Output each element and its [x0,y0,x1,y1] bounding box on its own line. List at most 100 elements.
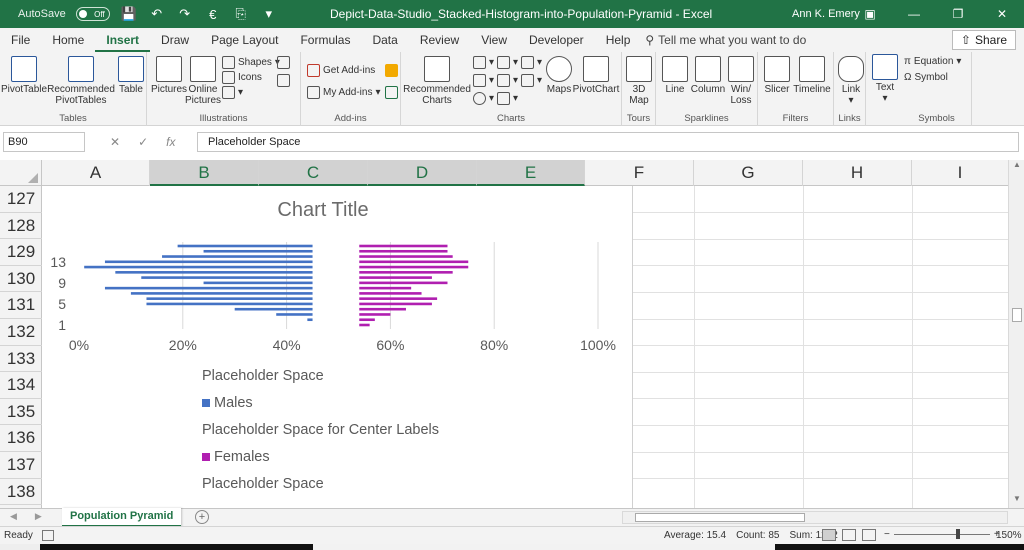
people-graph-button[interactable] [385,86,398,99]
column-header-b[interactable]: B [150,160,259,186]
row-header[interactable]: 130 [0,266,42,293]
pie-chart-button[interactable]: ▾ [473,92,494,105]
tab-draw[interactable]: Draw [150,28,200,52]
page-break-view-icon[interactable] [862,529,876,541]
online-pictures-button[interactable]: Online Pictures [185,56,221,106]
save-icon[interactable]: 💾 [120,5,138,23]
add-sheet-icon[interactable]: + [195,510,209,524]
row-header[interactable]: 131 [0,292,42,319]
legend-item-center-labels[interactable]: Placeholder Space for Center Labels [202,422,439,438]
tab-file[interactable]: File [0,28,41,52]
pivotchart-button[interactable]: PivotChart [573,56,619,95]
tab-insert[interactable]: Insert [95,28,151,52]
zoom-slider[interactable] [893,529,990,539]
sheet-tab-population-pyramid[interactable]: Population Pyramid [62,508,182,527]
get-addins-button[interactable]: Get Add-ins [307,64,375,77]
column-chart-button[interactable]: ▾ [473,56,494,69]
row-header[interactable]: 136 [0,425,42,452]
tab-help[interactable]: Help [595,28,642,52]
row-header[interactable]: 138 [0,479,42,506]
pictures-button[interactable]: Pictures [149,56,189,95]
shapes-button[interactable]: Shapes ▾ [222,56,280,69]
horizontal-scroll-thumb[interactable] [635,513,805,522]
statistic-chart-button[interactable]: ▾ [497,74,518,87]
macro-record-icon[interactable] [42,530,54,541]
tab-data[interactable]: Data [361,28,408,52]
formula-input[interactable]: Placeholder Space [197,132,1019,152]
customize-qat-icon[interactable]: ▾ [260,5,278,23]
recommended-pivottables-button[interactable]: Recommended PivotTables [46,56,116,106]
row-header[interactable]: 134 [0,372,42,399]
smartart-button[interactable] [277,56,290,69]
vertical-scroll-thumb[interactable] [1012,308,1022,322]
undo-icon[interactable]: ↶ [148,5,166,23]
sparkline-line-button[interactable]: Line [660,56,690,95]
row-header[interactable]: 129 [0,239,42,266]
minimize-icon[interactable]: — [892,0,936,28]
scroll-down-icon[interactable]: ▼ [1009,494,1024,508]
legend-item-placeholder-1[interactable]: Placeholder Space [202,368,324,384]
tab-review[interactable]: Review [409,28,470,52]
recommended-charts-button[interactable]: Recommended Charts [403,56,471,106]
column-header-f[interactable]: F [585,160,694,186]
3d-models-button[interactable]: ▾ [222,86,243,99]
icons-button[interactable]: Icons [222,71,262,84]
share-button[interactable]: ⇧ Share [951,30,1016,50]
waterfall-chart-button[interactable]: ▾ [521,56,542,69]
vertical-scrollbar[interactable]: ▲ ▼ [1008,160,1024,508]
row-header[interactable]: 137 [0,452,42,479]
name-box[interactable]: B90 [3,132,85,152]
cancel-icon[interactable]: ✕ [110,135,120,149]
screenshot-button[interactable] [277,74,290,87]
clipboard-icon[interactable]: ⎘ [232,5,250,23]
column-header-c[interactable]: C [259,160,368,186]
combo-chart-button[interactable]: ▾ [521,74,542,87]
symbol-button[interactable]: Ω Symbol [904,72,948,83]
row-header[interactable]: 135 [0,399,42,426]
zoom-level[interactable]: 150% [996,530,1022,541]
sparkline-column-button[interactable]: Column [690,56,726,95]
3d-map-button[interactable]: 3D Map [624,56,654,106]
row-header[interactable]: 127 [0,186,42,213]
zoom-out-icon[interactable]: − [884,529,890,540]
column-header-e[interactable]: E [477,160,585,186]
restore-icon[interactable]: ❐ [936,0,980,28]
tab-home[interactable]: Home [41,28,95,52]
text-button[interactable]: Text ▾ [870,54,900,104]
legend-item-males[interactable]: Males [202,395,253,411]
legend-item-females[interactable]: Females [202,449,270,465]
ribbon-display-icon[interactable]: ▣ [848,0,892,28]
legend-item-placeholder-2[interactable]: Placeholder Space [202,476,324,492]
tab-page-layout[interactable]: Page Layout [200,28,289,52]
tab-developer[interactable]: Developer [518,28,595,52]
row-header[interactable]: 132 [0,319,42,346]
zoom-thumb[interactable] [955,529,960,539]
column-header-i[interactable]: I [912,160,1008,186]
equation-button[interactable]: π Equation ▾ [904,56,961,67]
normal-view-icon[interactable] [822,529,836,541]
maps-button[interactable]: Maps [545,56,573,95]
column-header-d[interactable]: D [368,160,477,186]
scatter-chart-button[interactable]: ▾ [497,92,518,105]
timeline-button[interactable]: Timeline [792,56,832,95]
prev-sheet-icon[interactable]: ◀ [10,511,17,522]
insert-function-icon[interactable]: fx [166,135,175,149]
page-layout-view-icon[interactable] [842,529,856,541]
close-icon[interactable]: ✕ [980,0,1024,28]
row-header[interactable]: 133 [0,346,42,373]
table-button[interactable]: Table [117,56,145,95]
slicer-button[interactable]: Slicer [762,56,792,95]
line-chart-button[interactable]: ▾ [473,74,494,87]
population-pyramid-chart[interactable]: Chart Title 0% 20% 40% 60% 80% 100% 1 5 9 13 Plac… [42,186,633,508]
sparkline-winloss-button[interactable]: Win/ Loss [726,56,756,106]
bing-button[interactable] [385,64,398,77]
column-header-a[interactable]: A [42,160,150,186]
pivottable-button[interactable]: PivotTable [1,56,47,95]
next-sheet-icon[interactable]: ▶ [35,511,42,522]
column-header-g[interactable]: G [694,160,803,186]
redo-icon[interactable]: ↷ [176,5,194,23]
my-addins-button[interactable]: My Add-ins ▾ [307,86,381,99]
hierarchy-chart-button[interactable]: ▾ [497,56,518,69]
format-painter-icon[interactable]: € [204,5,222,23]
horizontal-scrollbar[interactable] [622,511,1008,524]
